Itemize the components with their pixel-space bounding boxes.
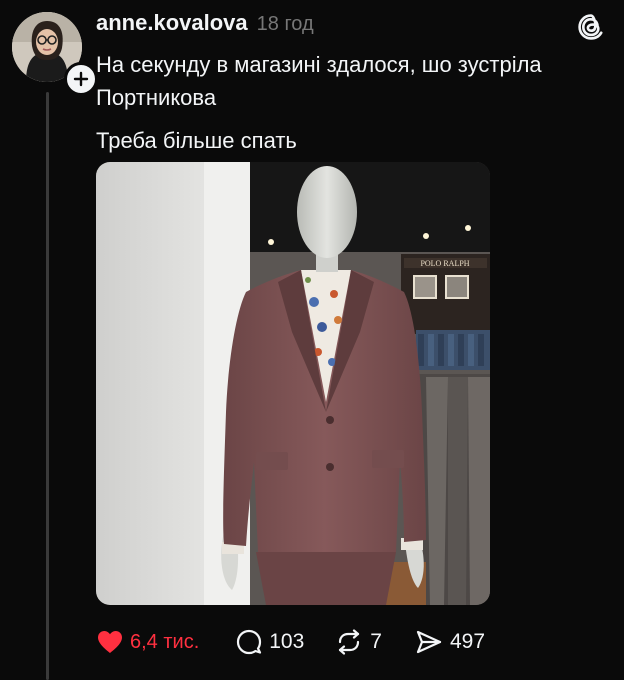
avatar-container bbox=[12, 12, 98, 96]
post-photo[interactable]: POLO RALPH bbox=[96, 162, 490, 605]
action-bar: 6,4 тис. 103 7 497 bbox=[96, 624, 485, 660]
threads-logo-icon[interactable] bbox=[576, 12, 606, 42]
like-button[interactable]: 6,4 тис. bbox=[96, 629, 199, 655]
reply-count: 103 bbox=[269, 630, 305, 653]
post-text-line-1: На секунду в магазині здалося, шо зустрі… bbox=[96, 52, 542, 110]
plus-icon bbox=[73, 71, 89, 87]
username[interactable]: anne.kovalova bbox=[96, 10, 248, 36]
repost-icon bbox=[339, 629, 360, 655]
like-count: 6,4 тис. bbox=[130, 630, 200, 653]
repost-button[interactable]: 7 bbox=[334, 628, 382, 656]
reply-button[interactable]: 103 bbox=[235, 628, 304, 656]
post-header: anne.kovalova 18 год bbox=[96, 10, 314, 40]
post-text-line-2: Треба більше спать bbox=[96, 128, 297, 153]
thread-line bbox=[46, 92, 49, 680]
timestamp: 18 год bbox=[256, 13, 314, 35]
share-button[interactable]: 497 bbox=[414, 628, 485, 656]
send-icon bbox=[416, 630, 442, 654]
share-count: 497 bbox=[449, 630, 486, 653]
follow-button[interactable] bbox=[64, 62, 98, 96]
post-text: На секунду в магазині здалося, шо зустрі… bbox=[96, 48, 606, 157]
comment-icon bbox=[237, 629, 262, 655]
repost-count: 7 bbox=[370, 630, 382, 653]
heart-icon bbox=[98, 631, 122, 653]
store-sign: POLO RALPH bbox=[420, 259, 469, 268]
